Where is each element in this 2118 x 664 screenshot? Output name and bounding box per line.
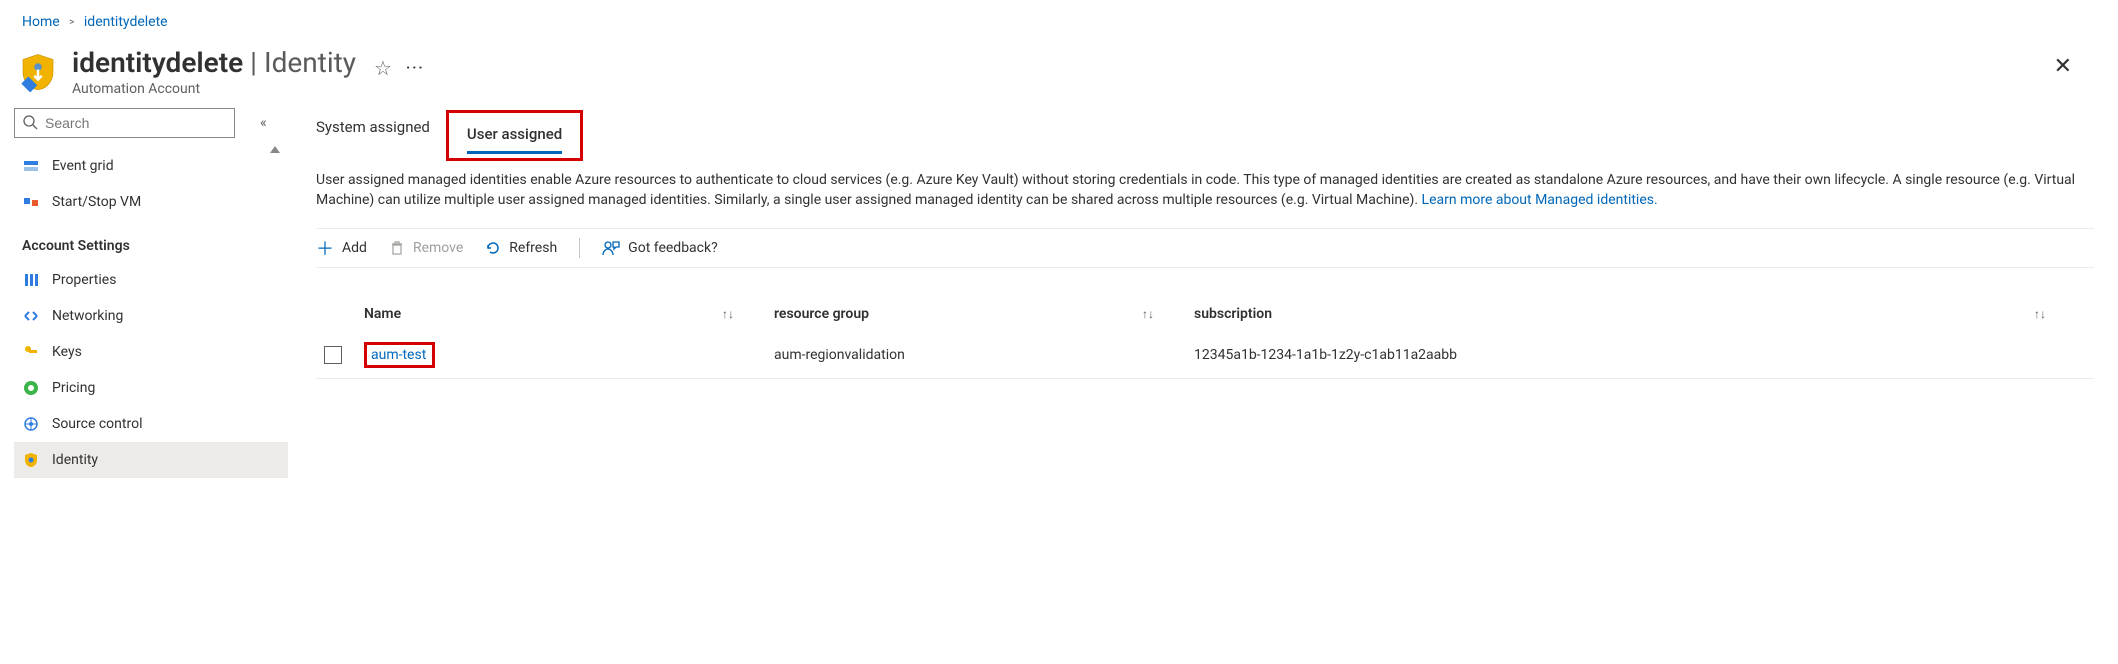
source-control-icon [22, 416, 40, 432]
row-rg-value: aum-regionvalidation [774, 347, 905, 363]
plus-icon: ＋ [316, 235, 334, 261]
row-checkbox[interactable] [324, 346, 342, 364]
sidebar-item-identity[interactable]: Identity [14, 442, 288, 478]
trash-icon [389, 240, 405, 256]
col-header-sub[interactable]: subscription [1194, 306, 1272, 322]
sidebar-item-label: Event grid [52, 158, 114, 174]
breadcrumb-sep-icon: > [69, 17, 74, 28]
sidebar-item-properties[interactable]: Properties [14, 262, 288, 298]
highlighted-tab-box: User assigned [446, 110, 583, 161]
start-stop-vm-icon [22, 194, 40, 210]
search-input[interactable] [14, 108, 235, 138]
sidebar-item-source-control[interactable]: Source control [14, 406, 288, 442]
page-subtitle: Automation Account [72, 81, 356, 97]
feedback-button[interactable]: Got feedback? [602, 239, 718, 257]
row-sub-value: 12345a1b-1234-1a1b-1z2y-c1ab11a2aabb [1194, 347, 1457, 363]
breadcrumb-current[interactable]: identitydelete [84, 14, 168, 30]
main-content: System assigned User assigned User assig… [288, 102, 2118, 478]
learn-more-link[interactable]: Learn more about Managed identities. [1422, 192, 1658, 208]
favorite-icon[interactable]: ☆ [374, 56, 392, 80]
tab-user-assigned[interactable]: User assigned [467, 117, 562, 154]
sidebar-item-label: Start/Stop VM [52, 194, 141, 210]
description-text: User assigned managed identities enable … [316, 171, 2094, 210]
sort-icon[interactable]: ↑↓ [1142, 307, 1194, 321]
remove-button: Remove [389, 240, 463, 256]
breadcrumb-home[interactable]: Home [22, 14, 60, 30]
sidebar-item-label: Properties [52, 272, 116, 288]
toolbar-divider [579, 238, 580, 258]
sidebar-item-keys[interactable]: Keys [14, 334, 288, 370]
highlighted-identity-name: aum-test [364, 342, 435, 368]
identity-icon [22, 452, 40, 468]
properties-icon [22, 272, 40, 288]
table-row[interactable]: aum-test aum-regionvalidation 12345a1b-1… [316, 332, 2094, 379]
col-header-name[interactable]: Name [364, 306, 401, 322]
keys-icon [22, 344, 40, 360]
sidebar-section-account-settings: Account Settings [14, 220, 288, 262]
sidebar-item-event-grid[interactable]: Event grid [14, 148, 288, 184]
add-button[interactable]: ＋ Add [316, 235, 367, 261]
pricing-icon [22, 380, 40, 396]
sidebar: « Event grid Start/Stop VM Account Setti… [0, 102, 288, 478]
refresh-button[interactable]: Refresh [485, 240, 557, 256]
sidebar-item-label: Source control [52, 416, 142, 432]
sidebar-item-label: Identity [52, 452, 98, 468]
sidebar-item-start-stop-vm[interactable]: Start/Stop VM [14, 184, 288, 220]
sort-icon[interactable]: ↑↓ [722, 307, 774, 321]
close-icon[interactable]: ✕ [2054, 54, 2072, 79]
tabs: System assigned User assigned [316, 110, 2094, 161]
toolbar: ＋ Add Remove Refresh Got feedbac [316, 228, 2094, 268]
search-icon [22, 114, 38, 130]
event-grid-icon [22, 158, 40, 174]
collapse-sidebar-icon[interactable]: « [260, 115, 267, 131]
sidebar-item-networking[interactable]: Networking [14, 298, 288, 334]
scroll-up-icon[interactable] [270, 146, 280, 153]
identity-link[interactable]: aum-test [371, 347, 426, 363]
col-header-rg[interactable]: resource group [774, 306, 869, 322]
networking-icon [22, 308, 40, 324]
person-feedback-icon [602, 239, 620, 257]
breadcrumb: Home > identitydelete [0, 0, 2118, 38]
page-title: identitydelete | Identity [72, 46, 356, 79]
table-header: Name ↑↓ resource group ↑↓ subscription ↑… [316, 296, 2094, 332]
sidebar-item-label: Pricing [52, 380, 95, 396]
refresh-icon [485, 240, 501, 256]
sidebar-item-label: Keys [52, 344, 82, 360]
more-icon[interactable]: ··· [406, 60, 425, 76]
sort-icon[interactable]: ↑↓ [2034, 307, 2086, 321]
sidebar-item-label: Networking [52, 308, 123, 324]
tab-system-assigned[interactable]: System assigned [316, 110, 430, 161]
resource-icon [18, 52, 64, 98]
page-header: identitydelete | Identity Automation Acc… [0, 38, 2118, 102]
sidebar-item-pricing[interactable]: Pricing [14, 370, 288, 406]
